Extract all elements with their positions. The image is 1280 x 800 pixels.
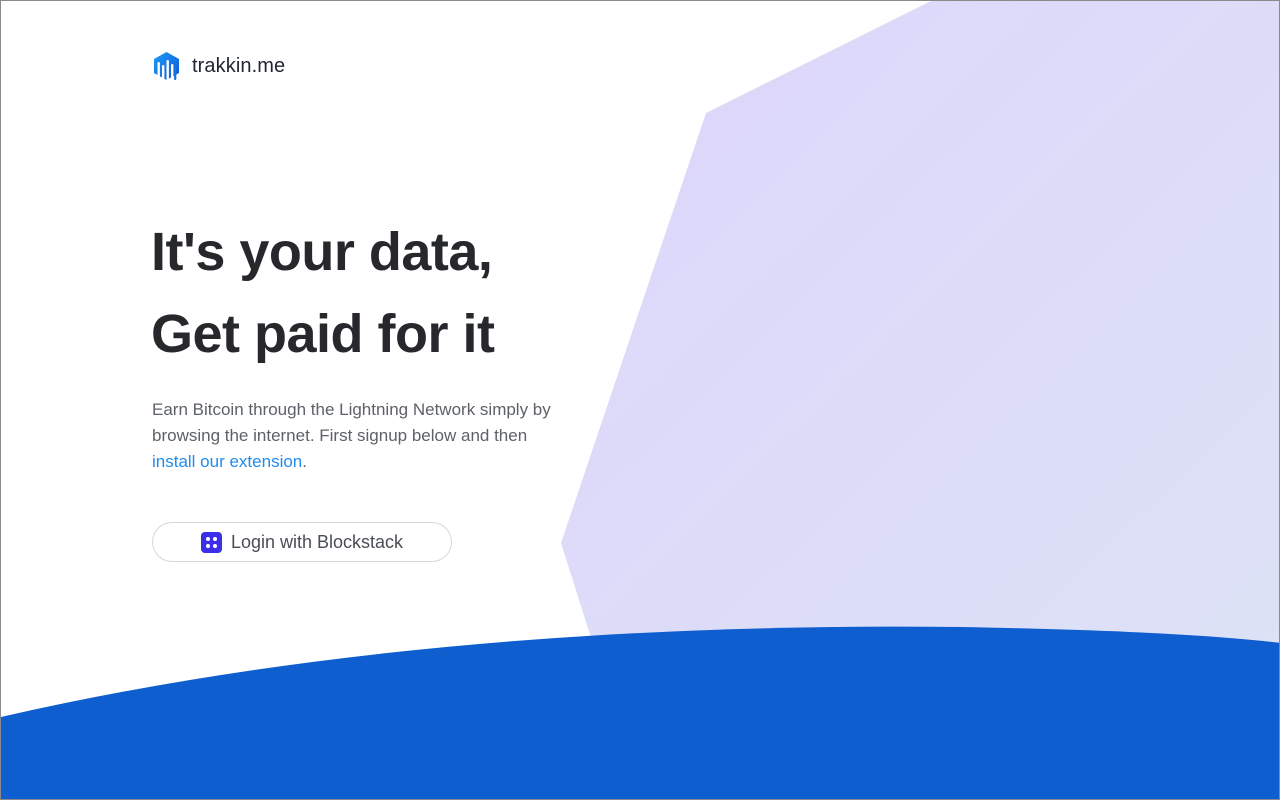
- lead-text: Earn Bitcoin through the Lightning Netwo…: [152, 400, 551, 445]
- page-frame: trakkin.me It's your data, Get paid for …: [0, 0, 1280, 800]
- blockstack-icon: [200, 531, 222, 553]
- trakkin-logo-icon: [154, 52, 179, 81]
- brand-logo-link[interactable]: trakkin.me: [151, 51, 285, 82]
- login-with-blockstack-button[interactable]: Login with Blockstack: [152, 522, 452, 562]
- hero-headline: It's your data, Get paid for it: [151, 211, 495, 375]
- lavender-hexagon-shape: [561, 1, 1279, 701]
- headline-line-2: Get paid for it: [151, 304, 495, 364]
- headline-line-1: It's your data,: [151, 222, 493, 282]
- brand-name: trakkin.me: [192, 55, 286, 77]
- blue-wave-shape: [1, 626, 1279, 799]
- hero-description: Earn Bitcoin through the Lightning Netwo…: [152, 397, 562, 475]
- login-button-label: Login with Blockstack: [230, 531, 404, 552]
- install-extension-link[interactable]: install our extension: [152, 452, 302, 471]
- lead-end: .: [302, 452, 307, 471]
